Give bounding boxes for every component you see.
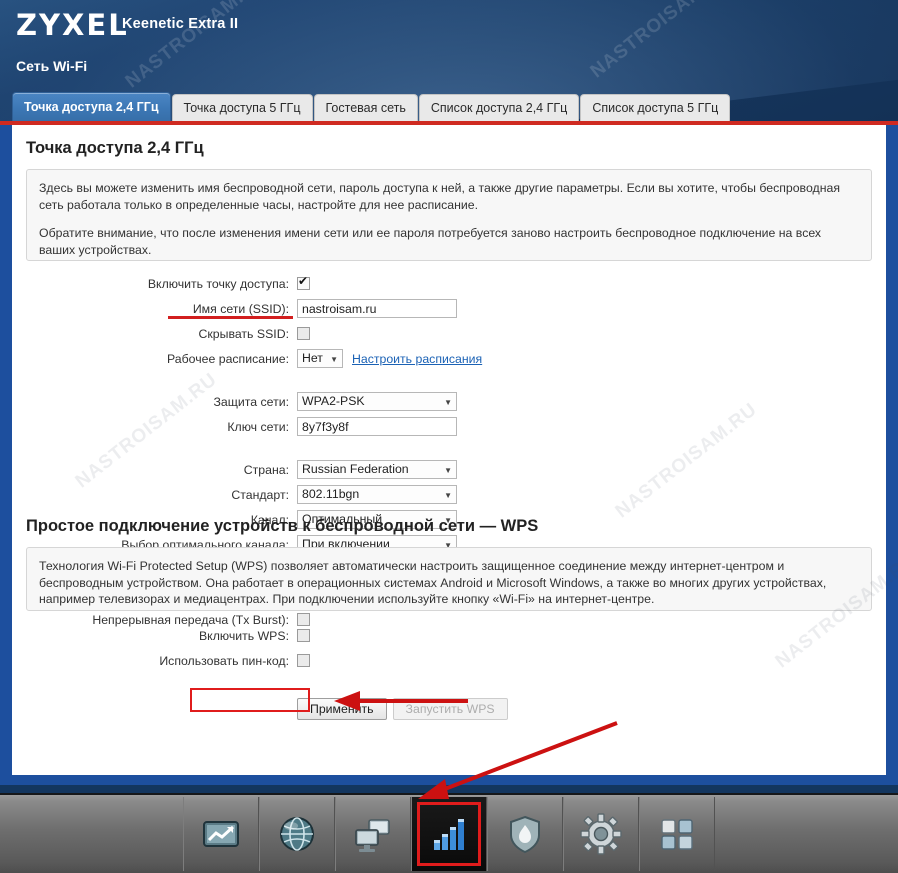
taskbar-item-settings[interactable] [563, 797, 639, 871]
standard-select[interactable]: 802.11bgn [297, 485, 457, 504]
intro-paragraph-2: Обратите внимание, что после изменения и… [39, 226, 822, 257]
tab-access-list-5[interactable]: Список доступа 5 ГГц [580, 94, 731, 121]
wifi-signal-bars-icon [434, 819, 464, 850]
bottom-taskbar[interactable] [0, 793, 898, 873]
page-title: Точка доступа 2,4 ГГц [26, 139, 204, 157]
row-hide-ssid: Скрывать SSID: [12, 323, 886, 344]
wps-form: Включить WPS: Использовать пин-код: [12, 625, 886, 675]
schedule-select[interactable]: Нет [297, 349, 343, 368]
intro-paragraph-1: Здесь вы можете изменить имя беспроводно… [39, 181, 840, 212]
form-buttons: Применить Запустить WPS [297, 698, 508, 720]
tab-guest-network[interactable]: Гостевая сеть [313, 94, 418, 121]
tab-bar[interactable]: Точка доступа 2,4 ГГц Точка доступа 5 ГГ… [12, 92, 731, 121]
label-use-pin: Использовать пин-код: [159, 653, 289, 668]
enable-ap-checkbox[interactable] [297, 275, 310, 290]
row-enable-wps: Включить WPS: [12, 625, 886, 646]
configure-schedules-link[interactable]: Настроить расписания [352, 352, 482, 366]
device-model-label: Keenetic Extra II [122, 16, 239, 32]
row-security: Защита сети: WPA2-PSK [12, 391, 886, 412]
label-security: Защита сети: [213, 394, 290, 409]
row-enable-ap: Включить точку доступа: [12, 273, 886, 294]
network-key-input[interactable] [297, 417, 457, 436]
tab-access-list-24[interactable]: Список доступа 2,4 ГГц [418, 94, 580, 121]
page-section-title: Сеть Wi-Fi [16, 58, 88, 74]
label-enable-ap: Включить точку доступа: [147, 276, 289, 291]
wps-info-text: Технология Wi-Fi Protected Setup (WPS) п… [39, 559, 827, 606]
zyxel-logo: ZYXEL [16, 8, 129, 42]
taskbar-item-firewall[interactable] [487, 797, 563, 871]
home-network-icon [355, 819, 390, 852]
label-enable-wps: Включить WPS: [198, 628, 289, 643]
label-schedule: Рабочее расписание: [166, 351, 289, 366]
row-standard: Стандарт: 802.11bgn [12, 484, 886, 505]
row-spacer-1 [12, 373, 886, 387]
content-page: Точка доступа 2,4 ГГц Здесь вы можете из… [12, 125, 886, 775]
enable-wps-checkbox[interactable] [297, 629, 310, 642]
use-pin-checkbox[interactable] [297, 654, 310, 667]
globe-internet-icon [280, 817, 314, 851]
content-frame: Точка доступа 2,4 ГГц Здесь вы можете из… [0, 125, 898, 785]
row-country: Страна: Russian Federation [12, 459, 886, 480]
wps-section-title: Простое подключение устройств к беспрово… [26, 517, 539, 535]
tab-access-point-5[interactable]: Точка доступа 5 ГГц [171, 94, 313, 121]
label-ssid: Имя сети (SSID): [12, 302, 297, 319]
taskbar-item-wifi[interactable] [411, 797, 487, 871]
row-schedule: Рабочее расписание: Нет Настроить распис… [12, 348, 886, 369]
start-wps-button: Запустить WPS [392, 698, 508, 720]
taskbar-item-internet[interactable] [259, 797, 335, 871]
wps-info-box: Технология Wi-Fi Protected Setup (WPS) п… [26, 547, 872, 611]
ssid-input[interactable] [297, 299, 457, 318]
taskbar-item-apps[interactable] [639, 797, 715, 871]
apps-grid-icon [661, 819, 693, 850]
label-country: Страна: [243, 462, 289, 477]
row-key: Ключ сети: [12, 416, 886, 437]
row-ssid: Имя сети (SSID): [12, 298, 886, 319]
security-select[interactable]: WPA2-PSK [297, 392, 457, 411]
row-spacer-2 [12, 441, 886, 455]
row-use-pin: Использовать пин-код: [12, 650, 886, 671]
label-network-key: Ключ сети: [227, 419, 289, 434]
intro-info-box: Здесь вы можете изменить имя беспроводно… [26, 169, 872, 261]
apply-button[interactable]: Применить [297, 698, 387, 720]
tab-underline-accent [0, 121, 898, 125]
label-hide-ssid: Скрывать SSID: [198, 326, 289, 341]
monitor-chart-icon [203, 821, 239, 847]
taskbar-item-monitor[interactable] [183, 797, 259, 871]
gear-settings-icon [580, 813, 622, 855]
label-standard: Стандарт: [231, 487, 289, 502]
country-select[interactable]: Russian Federation [297, 460, 457, 479]
tab-access-point-24[interactable]: Точка доступа 2,4 ГГц [12, 92, 171, 121]
hide-ssid-checkbox[interactable] [297, 327, 310, 340]
taskbar-item-home-network[interactable] [335, 797, 411, 871]
shield-firewall-icon [510, 815, 540, 854]
